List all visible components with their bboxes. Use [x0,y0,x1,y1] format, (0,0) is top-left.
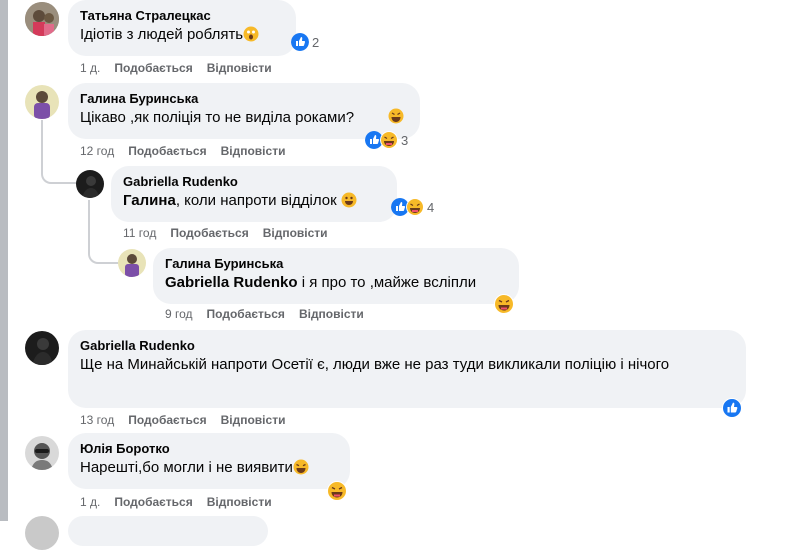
like-reaction-icon[interactable] [722,398,742,418]
reaction-summary[interactable]: 3 [364,130,411,150]
comment-actions: 1 д. Подобається Відповісти [80,494,286,510]
comment-timestamp[interactable]: 1 д. [80,495,100,509]
avatar[interactable] [25,331,59,365]
comment-author[interactable]: Галина Буринська [80,90,408,107]
comment-text: Ще на Минайській напроти Осетії є, люди … [80,356,670,373]
comment-text: , коли напроти відділок [175,192,337,209]
mention-link[interactable]: Галина [123,192,176,209]
comment-author[interactable]: Gabriella Rudenko [123,173,385,190]
avatar[interactable] [25,85,59,119]
comment-bubble: Юлія Боротко Нарешті,бо могли і не вияви… [68,433,350,489]
avatar[interactable] [25,2,59,36]
avatar[interactable] [76,170,104,198]
avatar[interactable] [25,516,59,550]
comment-bubble: Татьяна Стралецкас Ідіотів з людей робля… [68,0,296,56]
comment-actions: 11 год Подобається Відповісти [123,225,342,241]
comment-text: Ідіотів з людей роблять [80,26,244,43]
reply-button[interactable]: Відповісти [221,144,286,158]
comment-timestamp[interactable]: 13 год [80,413,114,427]
reaction-summary[interactable]: 4 [390,197,437,217]
comment-timestamp[interactable]: 9 год [165,307,193,321]
haha-reaction-icon [406,198,424,216]
comment-timestamp[interactable]: 1 д. [80,61,100,75]
comment-author[interactable]: Юлія Боротко [80,440,338,457]
reaction-count: 3 [401,132,409,148]
mention-link[interactable]: Gabriella Rudenko [165,274,298,291]
comment-author[interactable]: Gabriella Rudenko [80,337,734,354]
comment-timestamp[interactable]: 12 год [80,144,114,158]
reply-button[interactable]: Відповісти [263,226,328,240]
like-button[interactable]: Подобається [170,226,248,240]
comment-timestamp[interactable]: 11 год [123,226,156,240]
avatar[interactable] [25,436,59,470]
comment-bubble: Gabriella Rudenko Галина, коли напроти в… [111,166,397,222]
comment-author[interactable]: Галина Буринська [165,255,507,272]
avatar-image-icon [25,436,59,470]
reply-button[interactable]: Відповісти [207,61,272,75]
avatar-image-icon [25,2,59,36]
reaction-count: 4 [427,199,435,215]
haha-reaction-icon[interactable] [494,294,514,314]
like-button[interactable]: Подобається [114,495,192,509]
reaction-summary[interactable]: 2 [290,32,322,52]
astonished-emoji-icon [243,26,259,42]
reply-button[interactable]: Відповісти [299,307,364,321]
comment-text: Цікаво ,як поліція то не виділа роками? [80,109,355,126]
comment-actions: 13 год Подобається Відповісти [80,412,299,428]
comment-bubble: Галина Буринська Gabriella Rudenko і я п… [153,248,519,304]
avatar-image-icon [118,249,146,277]
grin-emoji-icon [341,192,357,208]
comment-author[interactable]: Татьяна Стралецкас [80,7,284,24]
haha-emoji-icon [388,108,404,124]
comment-actions: 9 год Подобається Відповісти [165,306,378,322]
haha-reaction-icon [380,131,398,149]
avatar-image-icon [76,170,104,198]
comment-bubble: Gabriella Rudenko Ще на Минайській напро… [68,330,746,408]
like-button[interactable]: Подобається [128,144,206,158]
avatar-image-icon [25,85,59,119]
haha-reaction-icon[interactable] [327,481,347,501]
reply-button[interactable]: Відповісти [207,495,272,509]
comment-actions: 12 год Подобається Відповісти [80,143,299,159]
comment-actions: 1 д. Подобається Відповісти [80,60,286,76]
like-button[interactable]: Подобається [128,413,206,427]
avatar[interactable] [118,249,146,277]
reply-button[interactable]: Відповісти [221,413,286,427]
like-reaction-icon [291,33,309,51]
comment-text: і я про то ,майже всліпли [297,274,477,291]
comment-bubble: Галина Буринська Цікаво ,як поліція то н… [68,83,420,139]
reaction-count: 2 [312,34,320,50]
comment-text: Нарешті,бо могли і не виявити [80,459,293,476]
avatar-image-icon [25,331,59,365]
left-edge-strip [0,0,8,521]
thread-connector [41,150,77,184]
like-button[interactable]: Подобається [114,61,192,75]
like-button[interactable]: Подобається [207,307,285,321]
laughing-emoji-icon [293,459,309,475]
